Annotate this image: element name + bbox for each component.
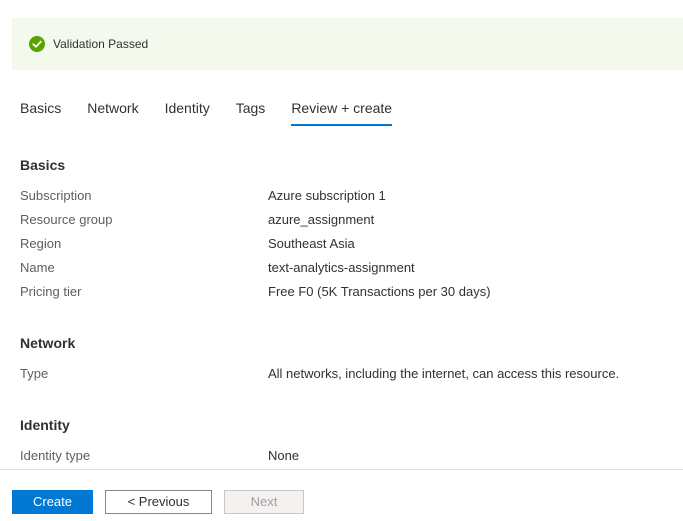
row-label: Subscription (20, 188, 92, 203)
validation-banner: Validation Passed (12, 18, 683, 70)
tab-bar: Basics Network Identity Tags Review + cr… (20, 100, 418, 126)
section-title-identity: Identity (20, 417, 70, 433)
summary-row: Subscription Azure subscription 1 (20, 188, 660, 206)
row-label: Resource group (20, 212, 113, 227)
row-label: Type (20, 366, 49, 381)
summary-row: Name text-analytics-assignment (20, 260, 660, 278)
row-value: All networks, including the internet, ca… (268, 366, 620, 381)
summary-row: Resource group azure_assignment (20, 212, 660, 230)
row-label: Name (20, 260, 55, 275)
row-value: text-analytics-assignment (268, 260, 415, 275)
tab-review-create[interactable]: Review + create (291, 100, 393, 126)
next-button: Next (224, 490, 304, 514)
summary-row: Pricing tier Free F0 (5K Transactions pe… (20, 284, 660, 302)
footer-divider (0, 469, 683, 470)
row-label: Identity type (20, 448, 91, 463)
section-title-basics: Basics (20, 157, 66, 173)
tab-basics[interactable]: Basics (20, 100, 61, 126)
row-label: Pricing tier (20, 284, 82, 299)
summary-row: Identity type None (20, 448, 660, 466)
create-button[interactable]: Create (12, 490, 93, 514)
tab-network[interactable]: Network (87, 100, 138, 126)
row-value: Azure subscription 1 (268, 188, 386, 203)
previous-button[interactable]: < Previous (105, 490, 212, 514)
tab-identity[interactable]: Identity (165, 100, 210, 126)
row-value: None (268, 448, 300, 463)
tab-tags[interactable]: Tags (236, 100, 266, 126)
summary-row: Region Southeast Asia (20, 236, 660, 254)
row-value: azure_assignment (268, 212, 375, 227)
row-value: Southeast Asia (268, 236, 355, 251)
summary-row: Type All networks, including the interne… (20, 366, 660, 384)
section-title-network: Network (20, 335, 76, 351)
row-label: Region (20, 236, 62, 251)
check-circle-icon (29, 36, 45, 52)
validation-message: Validation Passed (53, 37, 149, 51)
row-value: Free F0 (5K Transactions per 30 days) (268, 284, 491, 299)
